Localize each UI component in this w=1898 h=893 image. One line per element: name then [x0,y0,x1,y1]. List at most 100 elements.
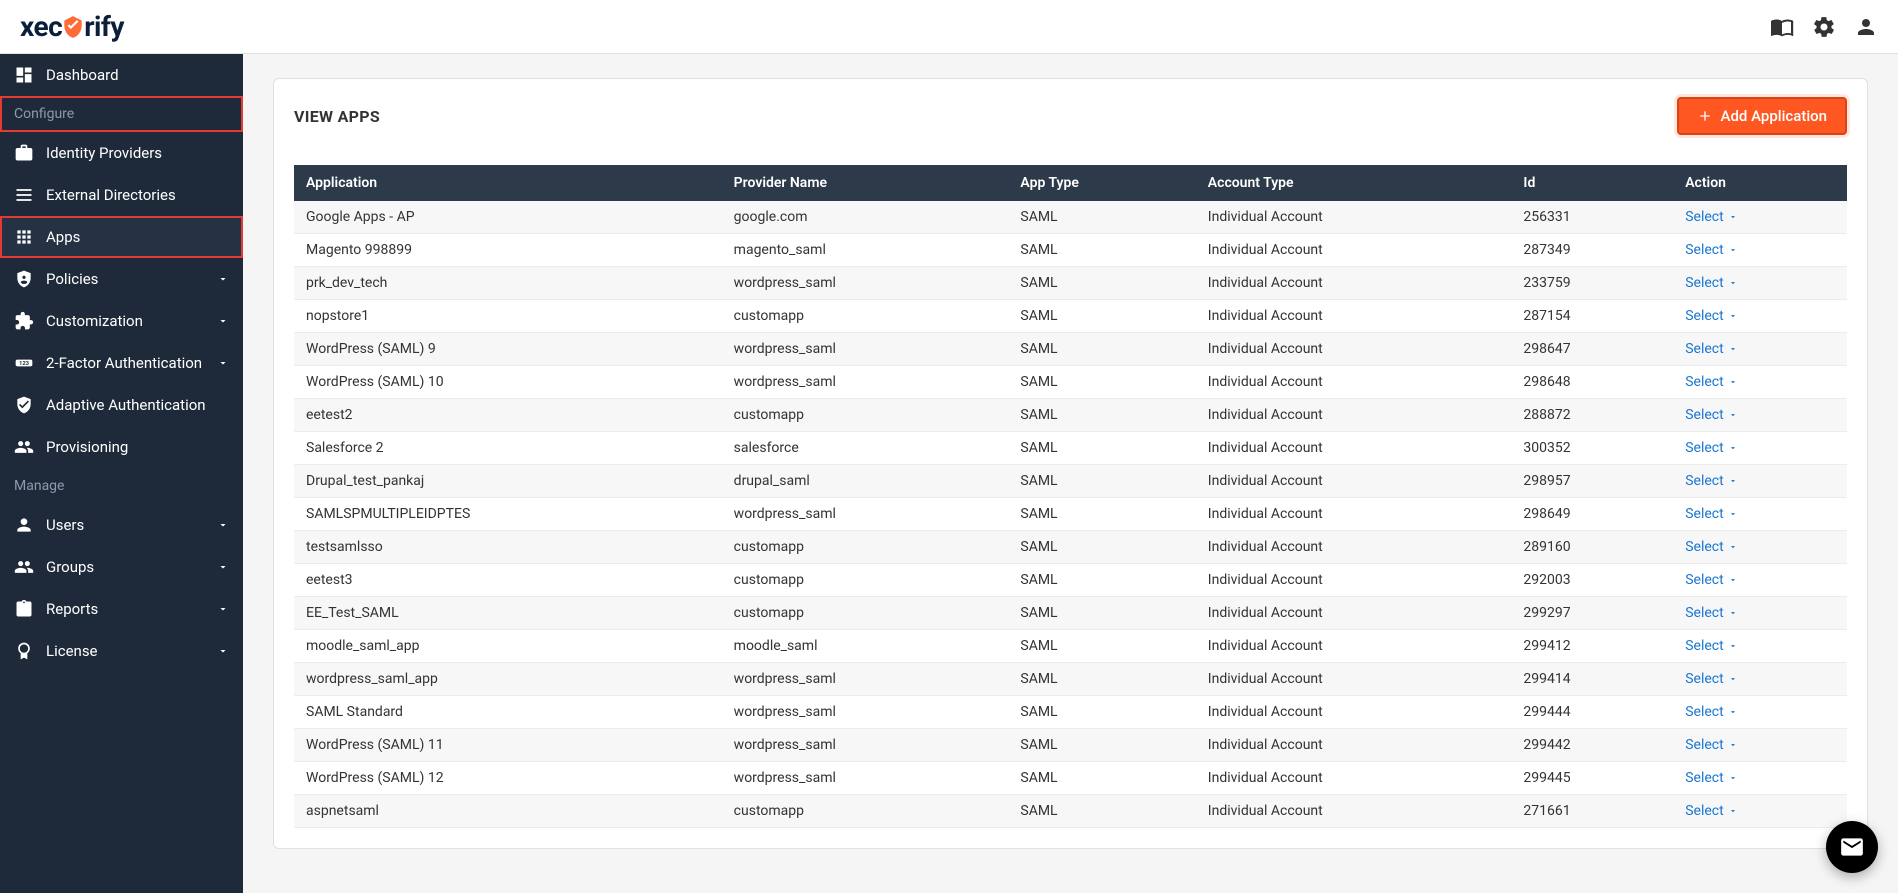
select-dropdown[interactable]: Select [1685,605,1737,621]
add-application-button[interactable]: Add Application [1677,97,1848,135]
sidebar-item-policies[interactable]: Policies [0,258,243,300]
people-arrows-icon [14,437,34,457]
table-row: eetest3customappSAMLIndividual Account29… [294,564,1847,597]
sidebar-item-adaptive-authentication[interactable]: Adaptive Authentication [0,384,243,426]
logo[interactable]: xec rify [20,10,124,43]
sidebar-item-license[interactable]: License [0,630,243,672]
cell-application: moodle_saml_app [294,630,722,663]
cell-apptype: SAML [1008,267,1195,300]
sidebar-item-provisioning[interactable]: Provisioning [0,426,243,468]
cell-apptype: SAML [1008,498,1195,531]
select-dropdown[interactable]: Select [1685,539,1737,555]
chevron-down-icon [217,603,229,615]
cell-action: Select [1673,696,1847,729]
table-row: Google Apps - APgoogle.comSAMLIndividual… [294,201,1847,234]
cell-account: Individual Account [1196,333,1512,366]
add-button-label: Add Application [1721,107,1828,125]
cell-id: 271661 [1511,795,1673,828]
chevron-down-icon [217,357,229,369]
cell-id: 299297 [1511,597,1673,630]
onetwothree-icon: 123 [14,353,34,373]
sidebar-item-dashboard[interactable]: Dashboard [0,54,243,96]
sidebar-item-label: Customization [46,312,143,330]
cell-id: 288872 [1511,399,1673,432]
select-label: Select [1685,539,1723,555]
sidebar-item-groups[interactable]: Groups [0,546,243,588]
cell-apptype: SAML [1008,729,1195,762]
select-dropdown[interactable]: Select [1685,242,1737,258]
sidebar-item-external-directories[interactable]: External Directories [0,174,243,216]
sidebar-item-identity-providers[interactable]: Identity Providers [0,132,243,174]
column-header: Action [1673,165,1847,201]
cell-account: Individual Account [1196,267,1512,300]
apps-card: VIEW APPS Add Application ApplicationPro… [273,78,1868,849]
cell-action: Select [1673,564,1847,597]
chevron-down-icon [217,645,229,657]
select-dropdown[interactable]: Select [1685,473,1737,489]
sidebar-item-label: Adaptive Authentication [46,396,206,414]
select-dropdown[interactable]: Select [1685,506,1737,522]
cell-account: Individual Account [1196,597,1512,630]
cell-application: eetest3 [294,564,722,597]
sidebar-item-users[interactable]: Users [0,504,243,546]
cell-id: 287154 [1511,300,1673,333]
select-label: Select [1685,506,1723,522]
cell-action: Select [1673,366,1847,399]
cell-apptype: SAML [1008,366,1195,399]
cell-application: wordpress_saml_app [294,663,722,696]
sidebar-item-label: Reports [46,600,98,618]
select-dropdown[interactable]: Select [1685,308,1737,324]
select-dropdown[interactable]: Select [1685,374,1737,390]
select-dropdown[interactable]: Select [1685,440,1737,456]
sidebar-item-apps[interactable]: Apps [0,216,243,258]
dashboard-icon [14,65,34,85]
select-dropdown[interactable]: Select [1685,407,1737,423]
chevron-down-icon [217,315,229,327]
person-icon[interactable] [1854,15,1878,39]
chat-widget[interactable] [1826,821,1878,873]
table-row: EE_Test_SAMLcustomappSAMLIndividual Acco… [294,597,1847,630]
topbar: xec rify [0,0,1898,54]
apps-table: ApplicationProvider NameApp TypeAccount … [294,165,1847,828]
cell-application: Salesforce 2 [294,432,722,465]
gear-icon[interactable] [1812,15,1836,39]
briefcase-icon [14,143,34,163]
sidebar-item-customization[interactable]: Customization [0,300,243,342]
select-dropdown[interactable]: Select [1685,803,1737,819]
book-icon[interactable] [1770,15,1794,39]
select-dropdown[interactable]: Select [1685,209,1737,225]
cell-action: Select [1673,795,1847,828]
sidebar-item-2-factor-authentication[interactable]: 1232-Factor Authentication [0,342,243,384]
table-body: Google Apps - APgoogle.comSAMLIndividual… [294,201,1847,828]
cell-account: Individual Account [1196,201,1512,234]
select-dropdown[interactable]: Select [1685,275,1737,291]
cell-apptype: SAML [1008,795,1195,828]
cell-apptype: SAML [1008,696,1195,729]
select-dropdown[interactable]: Select [1685,737,1737,753]
sidebar-item-reports[interactable]: Reports [0,588,243,630]
select-label: Select [1685,803,1723,819]
cell-provider: google.com [722,201,1009,234]
select-dropdown[interactable]: Select [1685,341,1737,357]
cell-apptype: SAML [1008,630,1195,663]
cell-account: Individual Account [1196,564,1512,597]
cell-id: 298649 [1511,498,1673,531]
cell-account: Individual Account [1196,366,1512,399]
cell-application: Drupal_test_pankaj [294,465,722,498]
select-label: Select [1685,572,1723,588]
select-dropdown[interactable]: Select [1685,704,1737,720]
cell-application: eetest2 [294,399,722,432]
select-dropdown[interactable]: Select [1685,770,1737,786]
select-dropdown[interactable]: Select [1685,671,1737,687]
cell-provider: wordpress_saml [722,498,1009,531]
select-dropdown[interactable]: Select [1685,572,1737,588]
select-dropdown[interactable]: Select [1685,638,1737,654]
select-label: Select [1685,407,1723,423]
cell-id: 256331 [1511,201,1673,234]
cell-action: Select [1673,531,1847,564]
cell-apptype: SAML [1008,300,1195,333]
badge-icon [14,641,34,661]
cell-account: Individual Account [1196,465,1512,498]
table-row: testsamlssocustomappSAMLIndividual Accou… [294,531,1847,564]
cell-application: SAMLSPMULTIPLEIDPTES [294,498,722,531]
